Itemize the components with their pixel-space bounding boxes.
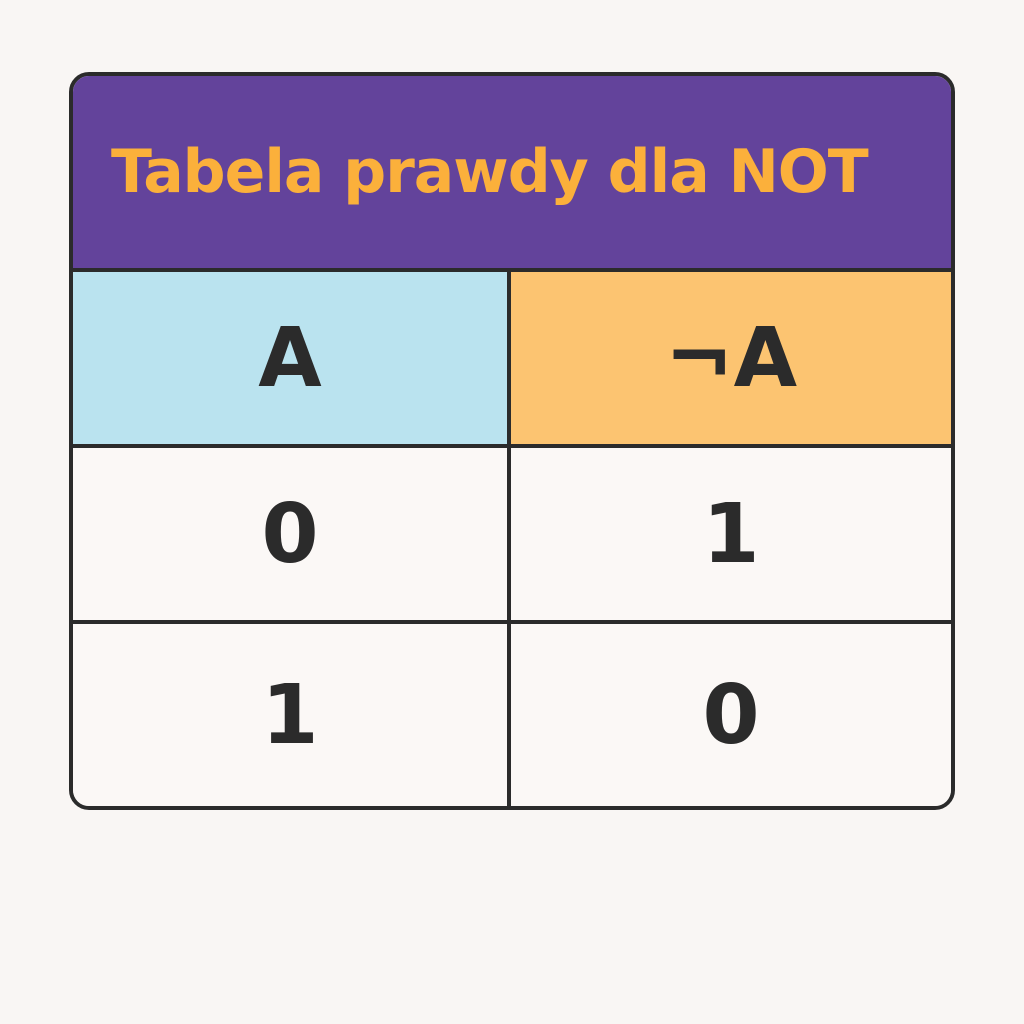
- table-title: Tabela prawdy dla NOT: [111, 137, 869, 207]
- table-row: 1 0: [73, 624, 951, 806]
- table-row: 0 1: [73, 448, 951, 624]
- table-cell-a: 1: [73, 624, 511, 806]
- table-cell-not-a: 1: [511, 448, 951, 620]
- header-row: A ¬A: [73, 272, 951, 448]
- table-cell-not-a: 0: [511, 624, 951, 806]
- table-cell-a: 0: [73, 448, 511, 620]
- header-cell-a: A: [73, 272, 511, 444]
- truth-table: Tabela prawdy dla NOT A ¬A 0 1 1 0: [69, 72, 955, 810]
- header-cell-not-a: ¬A: [511, 272, 951, 444]
- title-bar: Tabela prawdy dla NOT: [73, 76, 951, 272]
